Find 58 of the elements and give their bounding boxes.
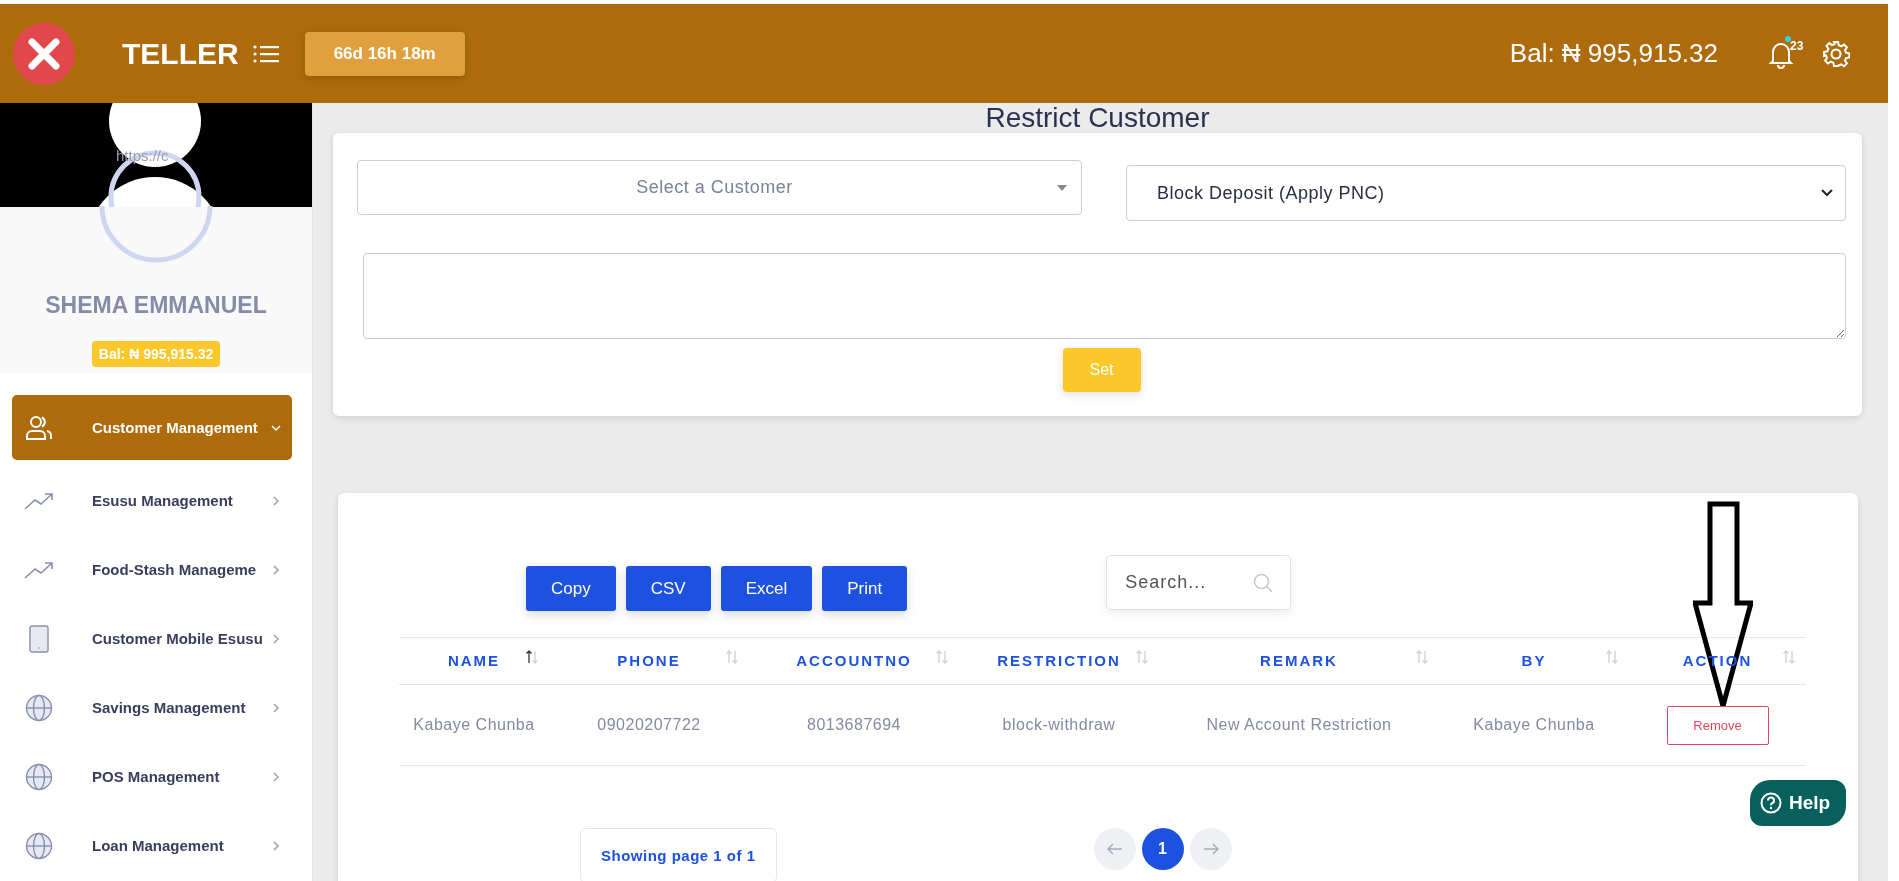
sidebar-item[interactable]: Food-Stash Manageme (12, 537, 292, 602)
trend-icon (24, 491, 54, 510)
sidebar-item[interactable]: Esusu Management (12, 468, 292, 533)
globe-icon (24, 762, 54, 791)
chevron-right-icon (270, 494, 282, 507)
balance-badge: Bal: ₦ 995,915.32 (91, 341, 221, 367)
table-cell: 09020207722 (549, 684, 749, 766)
customer-select[interactable]: Select a Customer (357, 160, 1082, 215)
column-header[interactable]: REMARK (1159, 637, 1439, 685)
sidebar-item[interactable]: POS Management (12, 744, 292, 809)
help-icon (1760, 792, 1782, 814)
chevron-right-icon (270, 632, 282, 645)
chevron-right-icon (270, 563, 282, 576)
table-cell: block-withdraw (959, 684, 1159, 766)
remark-field[interactable] (363, 253, 1846, 339)
globe-icon (24, 831, 54, 860)
sidebar-item[interactable]: Customer Mobile Esusu (12, 606, 292, 671)
column-header[interactable]: BY (1439, 637, 1629, 685)
help-button[interactable]: Help (1750, 780, 1847, 826)
export-button[interactable]: CSV (625, 566, 711, 611)
table-cell: Kabaye Chunba (399, 684, 549, 766)
restriction-select[interactable]: Block Deposit (Apply PNC) (1126, 165, 1846, 221)
sidebar-item[interactable]: Savings Management (12, 675, 292, 740)
search-icon (1253, 573, 1274, 593)
page-title: Restrict Customer (984, 103, 1211, 133)
export-button[interactable]: Copy (526, 566, 616, 611)
chevron-down-icon (1821, 189, 1833, 197)
sidebar-item[interactable]: Loan Management (12, 813, 292, 878)
chevron-right-icon (270, 839, 282, 852)
sidebar-item[interactable]: Customer Management (12, 395, 292, 460)
table-cell: 8013687694 (749, 684, 959, 766)
menu-icon[interactable] (252, 43, 279, 64)
arrow-right-icon (1202, 842, 1219, 855)
status-dot (1785, 35, 1791, 42)
table-cell: Kabaye Chunba (1439, 684, 1629, 766)
column-header[interactable]: PHONE (549, 637, 749, 685)
dropdown-icon (1057, 184, 1067, 191)
user-name: SHEMA EMMANUEL (45, 292, 267, 319)
trend-icon (24, 560, 54, 579)
export-button[interactable]: Excel (720, 566, 813, 611)
chevron-right-icon (270, 701, 282, 714)
search-field[interactable]: Search... (1106, 555, 1292, 610)
notification-count: 23 (1790, 38, 1804, 53)
close-button[interactable] (12, 21, 76, 86)
users-icon (24, 414, 54, 441)
table-cell: New Account Restriction (1159, 684, 1439, 766)
arrow-left-icon (1106, 842, 1123, 855)
column-header[interactable]: NAME (399, 637, 549, 685)
remove-button[interactable]: Remove (1666, 705, 1769, 745)
globe-icon (24, 693, 54, 722)
column-header[interactable]: RESTRICTION (959, 637, 1159, 685)
export-button[interactable]: Print (822, 566, 908, 611)
chevron-right-icon (270, 770, 282, 783)
column-header[interactable]: ACCOUNTNO (749, 637, 959, 685)
settings-icon[interactable] (1822, 39, 1850, 68)
app-title: TELLER (122, 36, 239, 71)
page-button[interactable]: 1 (1141, 827, 1184, 870)
balance-text: Bal: ₦ 995,915.32 (1509, 38, 1718, 69)
